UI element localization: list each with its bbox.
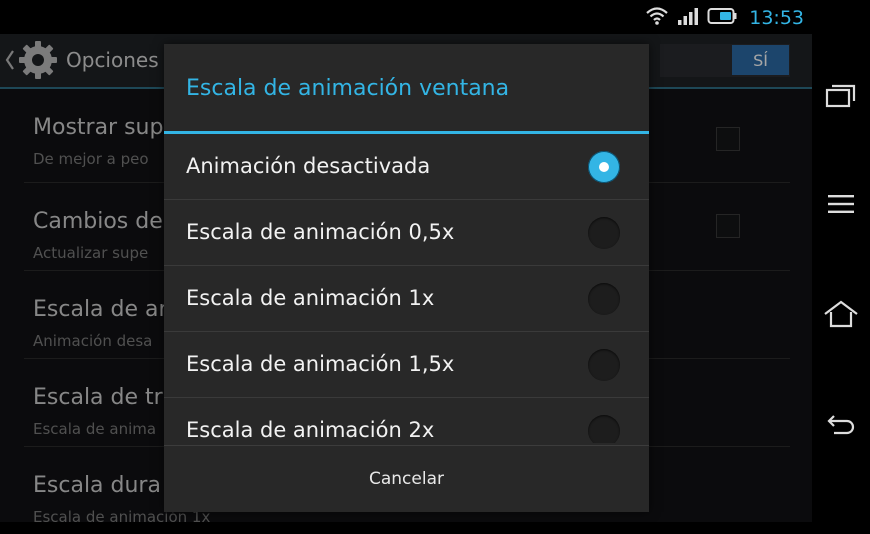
status-time: 13:53 xyxy=(749,7,804,29)
home-button[interactable] xyxy=(812,296,870,336)
option-scale-0-5x[interactable]: Escala de animación 0,5x xyxy=(164,200,649,266)
option-label: Escala de animación 1,5x xyxy=(186,352,455,376)
radio-button[interactable] xyxy=(588,349,620,381)
back-button[interactable] xyxy=(812,406,870,446)
options-list[interactable]: Animación desactivada Escala de animació… xyxy=(164,134,649,443)
option-scale-2x[interactable]: Escala de animación 2x xyxy=(164,398,649,443)
option-scale-1-5x[interactable]: Escala de animación 1,5x xyxy=(164,332,649,398)
radio-button-selected[interactable] xyxy=(588,151,620,183)
option-animation-off[interactable]: Animación desactivada xyxy=(164,134,649,200)
radio-button[interactable] xyxy=(588,415,620,443)
recent-apps-button[interactable] xyxy=(812,78,870,118)
option-label: Escala de animación 1x xyxy=(186,286,435,310)
status-bar: 13:53 xyxy=(0,0,812,34)
back-arrow-icon xyxy=(826,412,856,440)
status-icons: 13:53 xyxy=(645,6,804,30)
menu-icon xyxy=(827,193,855,219)
option-scale-1x[interactable]: Escala de animación 1x xyxy=(164,266,649,332)
option-label: Animación desactivada xyxy=(186,154,431,178)
animation-scale-dialog: Escala de animación ventana Animación de… xyxy=(164,44,649,512)
cancel-button[interactable]: Cancelar xyxy=(164,446,649,512)
battery-icon xyxy=(707,7,737,29)
recent-apps-icon xyxy=(825,83,857,113)
signal-icon xyxy=(677,6,699,30)
option-label: Escala de animación 2x xyxy=(186,418,435,442)
option-label: Escala de animación 0,5x xyxy=(186,220,455,244)
radio-button[interactable] xyxy=(588,217,620,249)
radio-button[interactable] xyxy=(588,283,620,315)
menu-button[interactable] xyxy=(812,186,870,226)
home-icon xyxy=(823,300,859,332)
wifi-icon xyxy=(645,6,669,30)
dialog-title: Escala de animación ventana xyxy=(186,76,510,101)
navigation-bar xyxy=(812,0,870,522)
